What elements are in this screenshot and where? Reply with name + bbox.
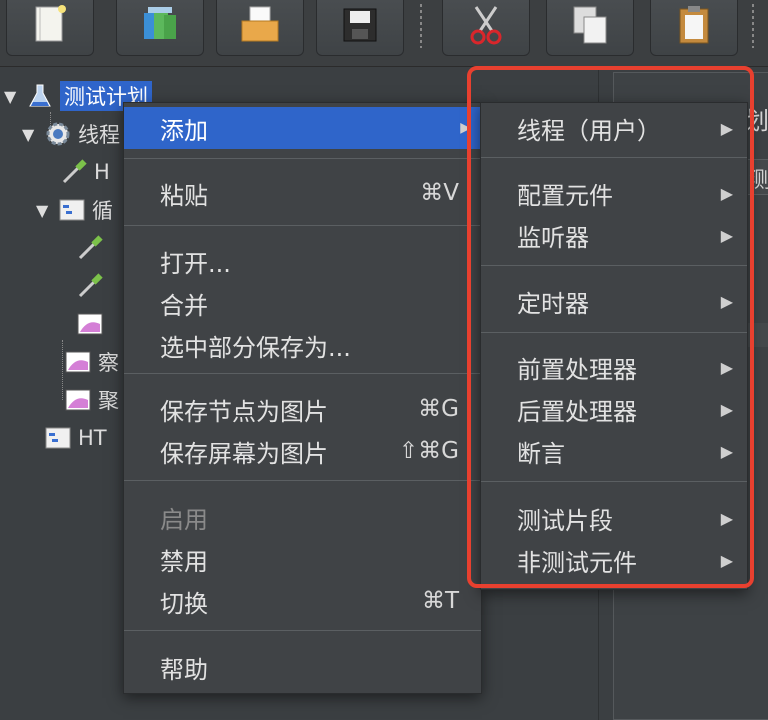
menu-item-save-node-as-image[interactable]: 保存节点为图片 ⌘G (124, 388, 481, 430)
pipette-icon (62, 159, 87, 184)
pipette-icon (78, 273, 103, 298)
toolbar-separator (420, 4, 422, 48)
menu-item-toggle[interactable]: 切换 ⌘T (124, 580, 481, 622)
menu-item-save-screen-as-image[interactable]: 保存屏幕为图片 ⇧⌘G (124, 430, 481, 472)
flask-icon (29, 84, 51, 107)
tree-node-label: 循 (92, 199, 113, 223)
gear-icon (46, 122, 70, 146)
submenu-arrow-icon: ▶ (720, 291, 733, 311)
submenu-item-pre-processor[interactable]: 前置处理器 ▶ (481, 346, 747, 388)
submenu-arrow-icon: ▶ (720, 118, 733, 138)
tree-node-sampler[interactable] (76, 232, 110, 264)
submenu-item-config-element[interactable]: 配置元件 ▶ (481, 172, 747, 214)
toolbar (0, 0, 768, 67)
tree-node-http-defaults[interactable]: HT (44, 422, 107, 454)
tree-node-aggregate-report[interactable]: 聚 (64, 384, 119, 416)
menu-item-add[interactable]: 添加 ▶ (124, 107, 481, 149)
tree-node-label: 聚 (98, 389, 119, 413)
add-submenu: 线程（用户） ▶ 配置元件 ▶ 监听器 ▶ 定时器 ▶ 前置处理器 ▶ 后置处理… (480, 102, 748, 590)
shortcut-label: ⌘V (420, 180, 459, 206)
templates-button[interactable] (116, 0, 204, 56)
shortcut-label: ⇧⌘G (398, 438, 459, 464)
templates-icon (144, 7, 176, 39)
submenu-arrow-icon: ▶ (460, 120, 471, 136)
submenu-arrow-icon: ▶ (720, 508, 733, 528)
tree-node-label: 线程 (78, 123, 120, 147)
open-folder-icon (241, 6, 279, 42)
graph-icon (77, 313, 103, 335)
context-menu: 添加 ▶ 粘贴 ⌘V 打开... 合并 选中部分保存为... 保存节点为图片 ⌘… (123, 102, 482, 694)
submenu-item-threads[interactable]: 线程（用户） ▶ (481, 107, 747, 149)
copy-icon (573, 6, 607, 44)
pipette-icon (78, 235, 103, 260)
toolbar-separator (752, 4, 754, 48)
menu-item-enable: 启用 (160, 505, 208, 534)
submenu-arrow-icon: ▶ (720, 399, 733, 419)
tree-node-listener[interactable] (76, 308, 110, 340)
submenu-arrow-icon: ▶ (720, 183, 733, 203)
submenu-item-assertion[interactable]: 断言 ▶ (481, 430, 747, 472)
tree-node-view-results[interactable]: 察 (64, 346, 119, 378)
menu-item-disable[interactable]: 禁用 (124, 538, 481, 580)
save-icon (343, 8, 377, 42)
tree-node-label: 察 (98, 351, 119, 375)
cut-button[interactable] (442, 0, 530, 56)
new-file-icon (35, 5, 66, 42)
submenu-arrow-icon: ▶ (720, 441, 733, 461)
tree-node-loop-controller[interactable]: ▼ 循 (36, 194, 113, 226)
config-icon (45, 427, 71, 449)
shortcut-label: ⌘T (421, 588, 459, 614)
save-button[interactable] (316, 0, 404, 56)
submenu-arrow-icon: ▶ (720, 225, 733, 245)
submenu-item-test-fragment[interactable]: 测试片段 ▶ (481, 497, 747, 539)
tree-node-label: H (94, 160, 110, 184)
panel-title: 划 (745, 107, 768, 135)
shortcut-label: ⌘G (418, 396, 459, 422)
submenu-arrow-icon: ▶ (720, 357, 733, 377)
menu-item-paste[interactable]: 粘贴 ⌘V (124, 172, 481, 214)
paste-button[interactable] (650, 0, 738, 56)
menu-item-merge[interactable]: 合并 (124, 282, 481, 324)
tree-node-thread-group[interactable]: ▼ 线程 (22, 118, 120, 150)
open-button[interactable] (216, 0, 304, 56)
new-file-button[interactable] (6, 0, 94, 56)
expand-triangle-icon[interactable]: ▼ (36, 201, 58, 220)
paste-icon (679, 6, 709, 44)
cut-icon (470, 6, 502, 45)
expand-triangle-icon[interactable]: ▼ (4, 87, 26, 106)
tree-node-http-request[interactable]: H (60, 156, 110, 188)
submenu-arrow-icon: ▶ (720, 550, 733, 570)
graph-icon (65, 389, 91, 411)
submenu-item-listener[interactable]: 监听器 ▶ (481, 214, 747, 256)
controller-icon (59, 199, 85, 221)
tree-node-label: HT (78, 426, 107, 450)
expand-triangle-icon[interactable]: ▼ (22, 125, 44, 144)
submenu-item-timer[interactable]: 定时器 ▶ (481, 280, 747, 322)
graph-icon (65, 351, 91, 373)
submenu-item-non-test-elements[interactable]: 非测试元件 ▶ (481, 539, 747, 581)
menu-item-open[interactable]: 打开... (124, 240, 481, 282)
submenu-item-post-processor[interactable]: 后置处理器 ▶ (481, 388, 747, 430)
copy-button[interactable] (546, 0, 634, 56)
menu-item-help[interactable]: 帮助 (124, 646, 481, 688)
tree-node-sampler[interactable] (76, 270, 110, 302)
menu-item-save-selection-as[interactable]: 选中部分保存为... (124, 324, 481, 366)
